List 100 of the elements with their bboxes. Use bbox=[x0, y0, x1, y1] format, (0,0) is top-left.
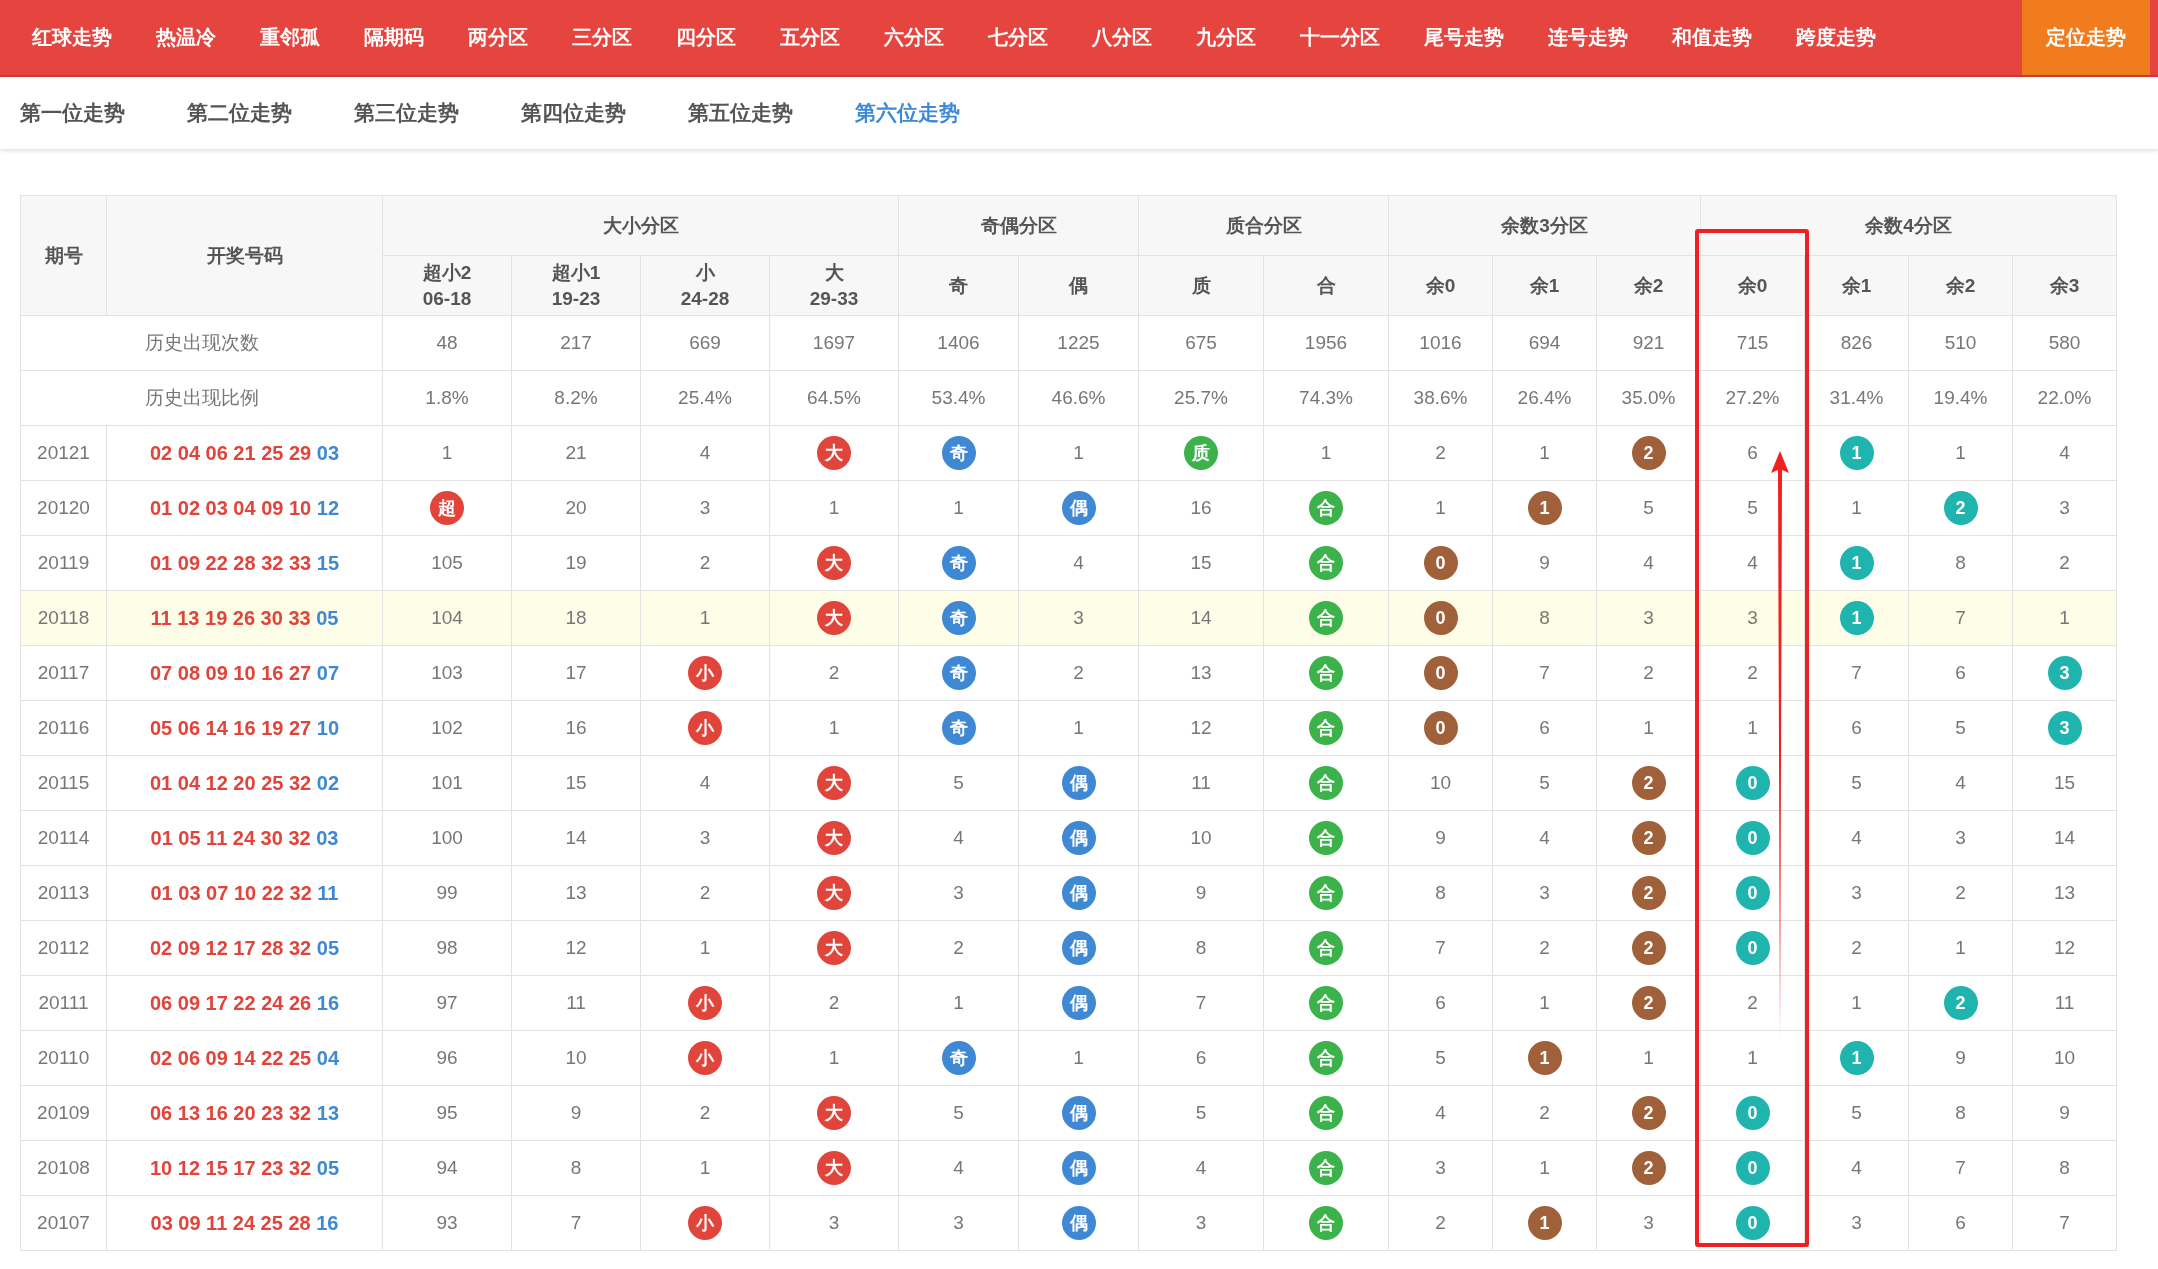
hit-ball: 奇 bbox=[941, 711, 976, 745]
table-cell: 5 bbox=[1492, 755, 1597, 811]
table-cell: 3 bbox=[1388, 1140, 1493, 1196]
column-header: 余0 bbox=[1700, 255, 1805, 316]
table-cell: 1956 bbox=[1263, 315, 1389, 371]
hit-ball: 2 bbox=[1631, 876, 1666, 910]
table-cell: 4 bbox=[640, 755, 770, 811]
hit-ball: 0 bbox=[1423, 546, 1458, 580]
table-cell: 7 bbox=[1138, 975, 1264, 1031]
table-cell: 93 bbox=[382, 1195, 512, 1251]
table-cell: 8 bbox=[1138, 920, 1264, 976]
table-cell: 1 bbox=[1388, 480, 1493, 536]
table-cell: 8 bbox=[1908, 535, 2013, 591]
hit-ball: 0 bbox=[1423, 656, 1458, 690]
table-cell: 675 bbox=[1138, 315, 1264, 371]
table-cell: 3 bbox=[1908, 810, 2013, 866]
hit-ball: 奇 bbox=[941, 656, 976, 690]
nav-tab[interactable]: 八分区 bbox=[1074, 0, 1170, 75]
period-cell: 20113 bbox=[20, 865, 107, 921]
sub-tab[interactable]: 第一位走势 bbox=[20, 99, 125, 127]
table-cell: 1 bbox=[1018, 700, 1139, 756]
sub-tab[interactable]: 第五位走势 bbox=[688, 99, 793, 127]
sub-tab[interactable]: 第四位走势 bbox=[521, 99, 626, 127]
nav-tab[interactable]: 重邻孤 bbox=[242, 0, 338, 75]
hit-ball: 大 bbox=[817, 1151, 851, 1185]
sub-tab[interactable]: 第三位走势 bbox=[354, 99, 459, 127]
table-cell: 1 bbox=[640, 1140, 770, 1196]
hit-ball: 1 bbox=[1839, 546, 1874, 580]
table-cell: 1.8% bbox=[382, 370, 512, 426]
table-cell: 10 bbox=[2012, 1030, 2117, 1086]
draw-numbers: 01 03 07 10 22 32 11 bbox=[106, 865, 383, 921]
period-cell: 20121 bbox=[20, 425, 107, 481]
hit-ball: 合 bbox=[1309, 876, 1343, 910]
nav-tab[interactable]: 九分区 bbox=[1178, 0, 1274, 75]
period-cell: 20118 bbox=[20, 590, 107, 646]
table-cell: 7 bbox=[1908, 590, 2013, 646]
table-cell: 3 bbox=[640, 480, 770, 536]
nav-tab[interactable]: 热温冷 bbox=[138, 0, 234, 75]
hit-ball: 大 bbox=[817, 876, 851, 910]
table-cell: 15 bbox=[511, 755, 641, 811]
nav-tab[interactable]: 隔期码 bbox=[346, 0, 442, 75]
table-cell: 4 bbox=[1138, 1140, 1264, 1196]
table-cell: 9 bbox=[1138, 865, 1264, 921]
stat-label: 历史出现比例 bbox=[20, 370, 383, 426]
table-cell: 16 bbox=[1138, 480, 1264, 536]
table-cell: 6 bbox=[1388, 975, 1493, 1031]
table-cell: 103 bbox=[382, 645, 512, 701]
hit-ball: 合 bbox=[1309, 1041, 1343, 1075]
hit-ball: 1 bbox=[1839, 436, 1874, 470]
table-cell: 5 bbox=[1596, 480, 1701, 536]
column-header: 质 bbox=[1138, 255, 1264, 316]
table-cell: 22.0% bbox=[2012, 370, 2117, 426]
nav-tab[interactable]: 六分区 bbox=[866, 0, 962, 75]
nav-tab[interactable]: 四分区 bbox=[658, 0, 754, 75]
hit-ball: 小 bbox=[688, 986, 722, 1020]
draw-numbers: 06 09 17 22 24 26 16 bbox=[106, 975, 383, 1031]
table-cell: 9 bbox=[2012, 1085, 2117, 1141]
table-cell: 2 bbox=[1388, 1195, 1493, 1251]
hit-ball: 大 bbox=[817, 931, 851, 965]
nav-tab[interactable]: 红球走势 bbox=[14, 0, 130, 75]
column-header: 超小2 06-18 bbox=[382, 255, 512, 316]
nav-tab[interactable]: 连号走势 bbox=[1530, 0, 1646, 75]
nav-tab[interactable]: 三分区 bbox=[554, 0, 650, 75]
table-cell: 4 bbox=[898, 810, 1019, 866]
table-cell: 7 bbox=[2012, 1195, 2117, 1251]
hit-ball: 小 bbox=[688, 656, 722, 690]
hit-ball: 合 bbox=[1309, 1206, 1343, 1240]
nav-tab[interactable]: 定位走势 bbox=[2022, 0, 2150, 75]
nav-tab[interactable]: 五分区 bbox=[762, 0, 858, 75]
hit-ball: 偶 bbox=[1061, 491, 1096, 525]
nav-tab[interactable]: 十一分区 bbox=[1282, 0, 1398, 75]
table-cell: 3 bbox=[1596, 590, 1701, 646]
table-cell: 8 bbox=[511, 1140, 641, 1196]
hit-ball: 0 bbox=[1735, 821, 1770, 855]
sub-tab[interactable]: 第六位走势 bbox=[855, 99, 960, 127]
sub-tab[interactable]: 第二位走势 bbox=[187, 99, 292, 127]
table-cell: 104 bbox=[382, 590, 512, 646]
period-cell: 20115 bbox=[20, 755, 107, 811]
column-header: 余0 bbox=[1388, 255, 1493, 316]
group-header: 大小分区 bbox=[382, 195, 899, 256]
hit-ball: 大 bbox=[817, 766, 851, 800]
table-cell: 6 bbox=[1138, 1030, 1264, 1086]
period-cell: 20112 bbox=[20, 920, 107, 976]
table-cell: 53.4% bbox=[898, 370, 1019, 426]
table-cell: 38.6% bbox=[1388, 370, 1493, 426]
period-cell: 20120 bbox=[20, 480, 107, 536]
hit-ball: 2 bbox=[1943, 986, 1978, 1020]
table-cell: 2 bbox=[1018, 645, 1139, 701]
hit-ball: 偶 bbox=[1061, 986, 1096, 1020]
nav-tab[interactable]: 跨度走势 bbox=[1778, 0, 1894, 75]
table-cell: 16 bbox=[511, 700, 641, 756]
hit-ball: 0 bbox=[1423, 601, 1458, 635]
table-cell: 6 bbox=[1492, 700, 1597, 756]
nav-tab[interactable]: 七分区 bbox=[970, 0, 1066, 75]
nav-tab[interactable]: 两分区 bbox=[450, 0, 546, 75]
table-cell: 4 bbox=[1018, 535, 1139, 591]
nav-tab[interactable]: 尾号走势 bbox=[1406, 0, 1522, 75]
table-cell: 1 bbox=[898, 975, 1019, 1031]
hit-ball: 小 bbox=[688, 1206, 722, 1240]
nav-tab[interactable]: 和值走势 bbox=[1654, 0, 1770, 75]
